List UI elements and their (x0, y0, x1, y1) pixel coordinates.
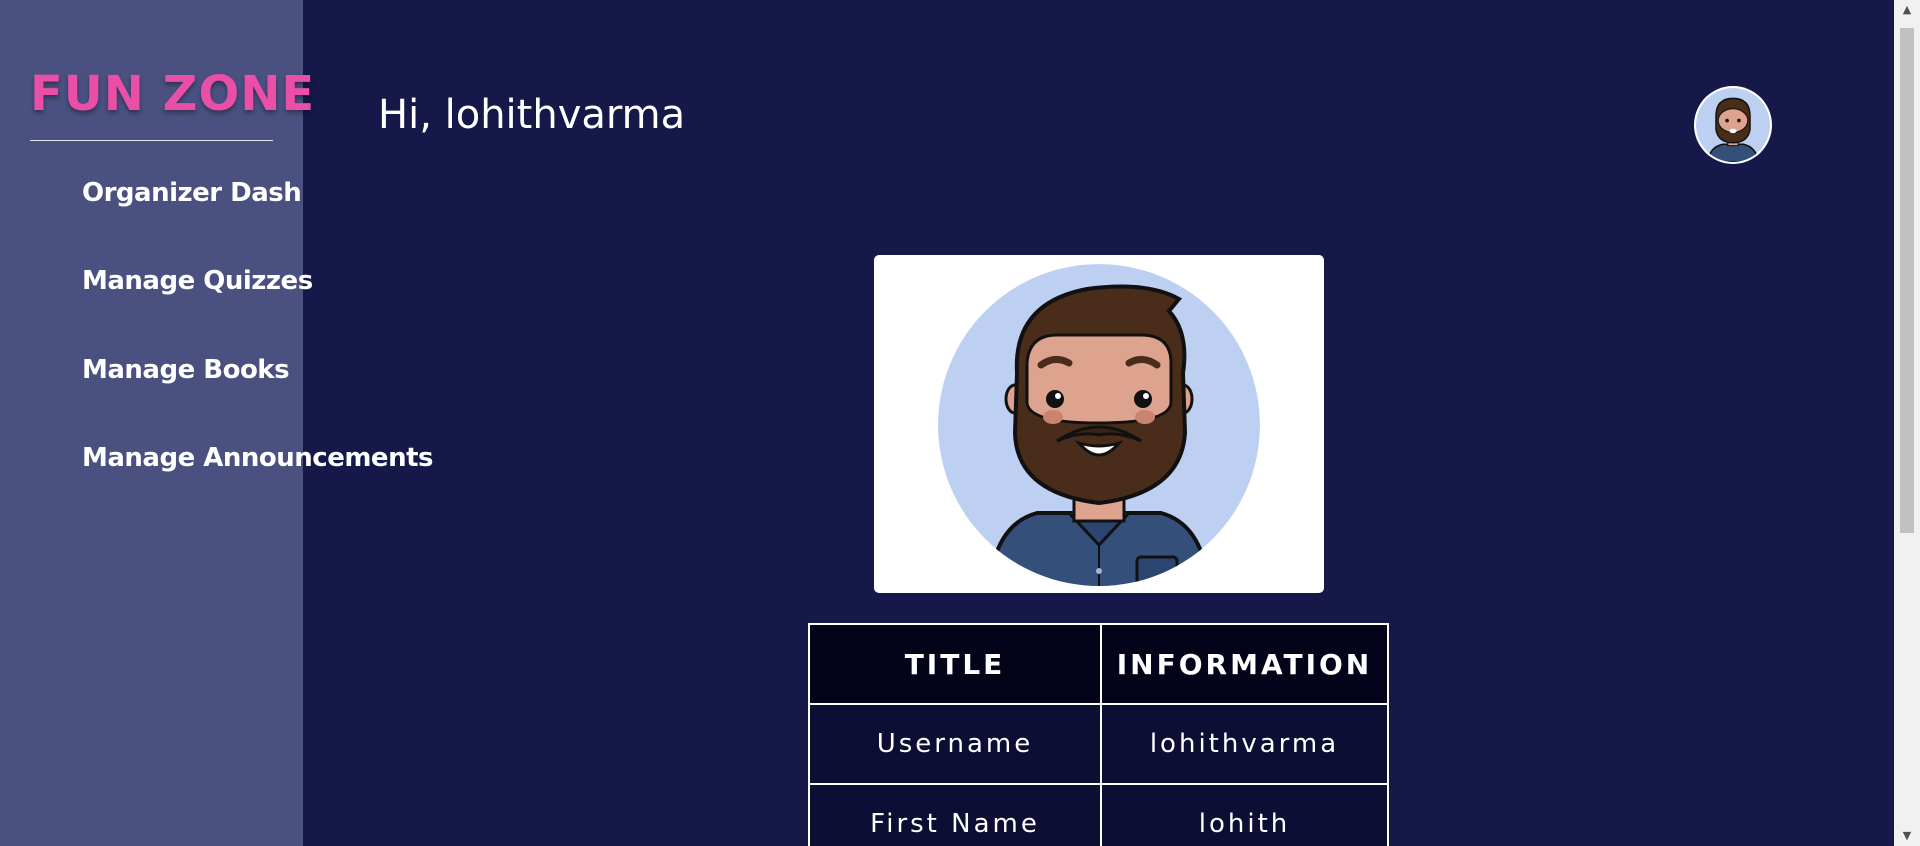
brand-divider (30, 140, 273, 141)
sidebar-item-manage-quizzes[interactable]: Manage Quizzes (82, 266, 313, 296)
table-row: Username lohithvarma (808, 703, 1389, 785)
page-greeting: Hi, lohithvarma (378, 92, 686, 138)
row-value-first-name: lohith (1100, 783, 1389, 846)
sidebar: FUN ZONE Organizer Dashboard Manage Quiz… (0, 0, 433, 846)
profile-info-table: TITLE INFORMATION Username lohithvarma F… (808, 623, 1389, 846)
row-value-username: lohithvarma (1100, 703, 1389, 785)
sidebar-item-manage-announcements[interactable]: Manage Announcements (82, 443, 433, 473)
scroll-down-arrow-icon[interactable]: ▼ (1894, 826, 1920, 846)
row-title-first-name: First Name (808, 783, 1102, 846)
user-avatar[interactable] (1694, 86, 1772, 164)
bearded-man-avatar-icon (1696, 88, 1770, 162)
column-header-title: TITLE (808, 623, 1102, 705)
scroll-up-arrow-icon[interactable]: ▲ (1894, 0, 1920, 20)
profile-picture-card (874, 255, 1324, 593)
row-title-username: Username (808, 703, 1102, 785)
scrollbar-thumb[interactable] (1900, 28, 1914, 533)
bearded-man-avatar-icon (938, 264, 1260, 586)
sidebar-item-manage-books[interactable]: Manage Books (82, 355, 290, 385)
column-header-information: INFORMATION (1100, 623, 1389, 705)
vertical-scrollbar[interactable]: ▲ ▼ (1894, 0, 1920, 846)
sidebar-item-organizer-dashboard[interactable]: Organizer Dashboard (82, 178, 303, 208)
brand-logo[interactable]: FUN ZONE (30, 70, 314, 118)
table-row: First Name lohith (808, 783, 1389, 846)
table-header-row: TITLE INFORMATION (808, 623, 1389, 705)
